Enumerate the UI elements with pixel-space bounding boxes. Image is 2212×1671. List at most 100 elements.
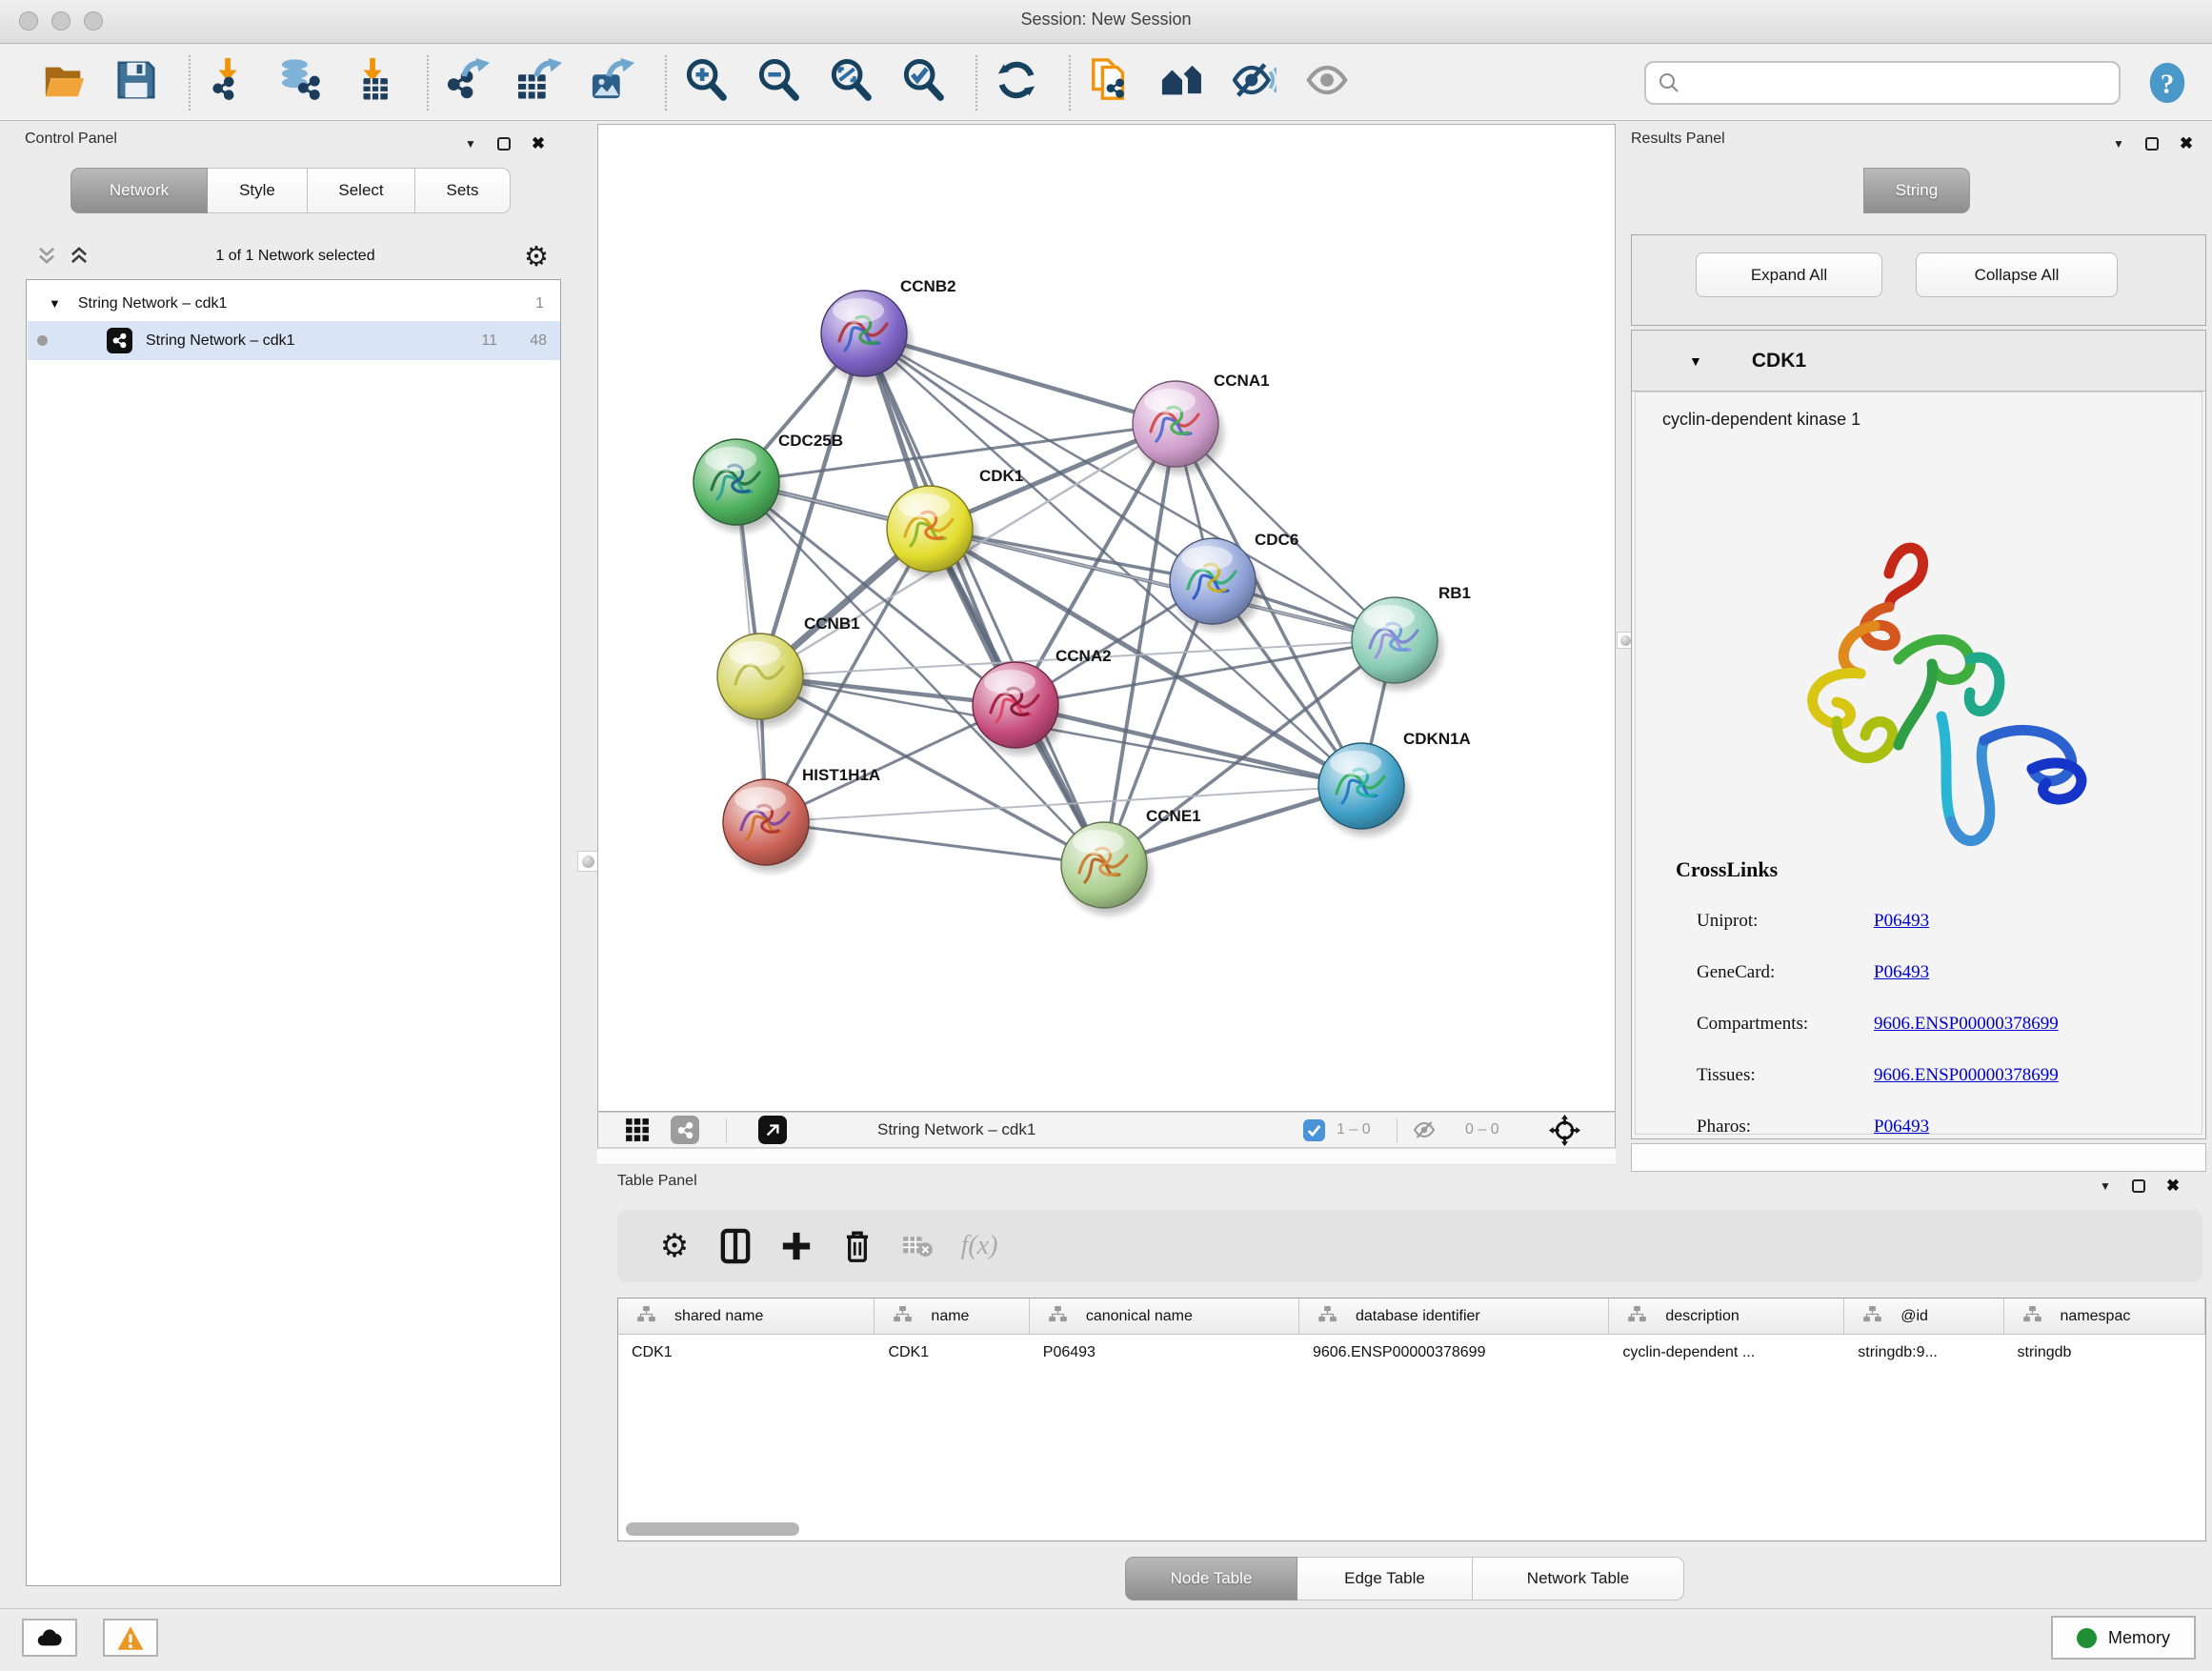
network-edge-CCNB2-CCNE1[interactable] <box>864 333 1104 865</box>
network-node-HIST1H1A[interactable]: HIST1H1A <box>723 766 880 872</box>
string-view-icon[interactable] <box>671 1113 699 1147</box>
column-label: name <box>931 1308 969 1325</box>
crosslink-link[interactable]: 9606.ENSP00000378699 <box>1874 1014 2059 1035</box>
export-image-button[interactable] <box>587 57 638 109</box>
tab-sets[interactable]: Sets <box>415 168 511 213</box>
crosslink-link[interactable]: P06493 <box>1874 1117 1929 1137</box>
export-network-button[interactable] <box>442 57 493 109</box>
search-input[interactable] <box>1644 61 2121 105</box>
zoom-fit-button[interactable] <box>825 57 876 109</box>
network-edge-HIST1H1A-CCNE1[interactable] <box>766 822 1104 865</box>
network-node-CCNB2[interactable]: CCNB2 <box>821 277 956 383</box>
first-neighbors-button[interactable] <box>1156 57 1208 109</box>
tab-style[interactable]: Style <box>208 168 308 213</box>
panel-menu-icon[interactable]: ▼ <box>465 138 476 150</box>
table-cell[interactable]: 9606.ENSP00000378699 <box>1299 1335 1609 1371</box>
clear-table-icon[interactable] <box>888 1224 949 1268</box>
import-network-database-button[interactable] <box>276 57 328 109</box>
tab-node-table[interactable]: Node Table <box>1125 1557 1297 1601</box>
protein-section-header[interactable]: ▼ CDK1 <box>1632 331 2205 392</box>
network-node-CCNA1[interactable]: CCNA1 <box>1133 372 1270 473</box>
collapse-all-button[interactable]: Collapse All <box>1916 252 2118 297</box>
panel-close-icon[interactable]: ✖ <box>2180 135 2193 151</box>
network-node-CDK1[interactable]: CDK1 <box>887 467 1023 578</box>
column-header-canonical-name[interactable]: canonical name <box>1030 1299 1299 1334</box>
tab-network[interactable]: Network <box>70 168 208 213</box>
collapse-all-networks-icon[interactable] <box>69 246 90 270</box>
tab-network-table[interactable]: Network Table <box>1473 1557 1684 1601</box>
network-node-CCNB1[interactable]: CCNB1 <box>717 614 860 726</box>
zoom-selected-button[interactable] <box>897 57 949 109</box>
function-builder-icon[interactable]: f(x) <box>949 1224 1010 1268</box>
results-panel-scroll-strip[interactable] <box>1631 1143 2206 1172</box>
column-header--id[interactable]: @id <box>1844 1299 2003 1334</box>
import-table-file-button[interactable] <box>349 57 400 109</box>
panel-float-icon[interactable] <box>497 137 511 151</box>
panel-menu-icon[interactable]: ▼ <box>2113 138 2124 150</box>
panel-close-icon[interactable]: ✖ <box>532 135 545 151</box>
network-node-CDC6[interactable]: CDC6 <box>1170 531 1298 631</box>
crosslink-link[interactable]: 9606.ENSP00000378699 <box>1874 1065 2059 1086</box>
open-session-button[interactable] <box>38 57 90 109</box>
tab-select[interactable]: Select <box>308 168 415 213</box>
crosslink-link[interactable]: P06493 <box>1874 911 1929 932</box>
add-column-icon[interactable] <box>766 1224 827 1268</box>
hide-selected-button[interactable] <box>1229 57 1280 109</box>
save-session-button[interactable] <box>111 57 162 109</box>
duplicate-network-button[interactable] <box>1084 57 1136 109</box>
table-cell[interactable]: cyclin-dependent ... <box>1609 1335 1844 1371</box>
panel-float-icon[interactable] <box>2145 137 2159 151</box>
table-cell[interactable]: CDK1 <box>875 1335 1029 1371</box>
selected-checkbox-icon[interactable] <box>1303 1113 1325 1147</box>
open-in-window-icon[interactable] <box>758 1113 787 1147</box>
collection-expand-icon[interactable]: ▼ <box>49 296 61 311</box>
network-edge-CCNB2-RB1[interactable] <box>864 333 1395 640</box>
status-bar: Memory <box>0 1608 2212 1671</box>
memory-button[interactable]: Memory <box>2051 1616 2196 1660</box>
network-collection-row[interactable]: ▼ String Network – cdk1 1 <box>28 286 559 321</box>
panel-float-icon[interactable] <box>2132 1179 2145 1193</box>
table-cell[interactable]: stringdb:9... <box>1844 1335 2003 1371</box>
column-header-shared-name[interactable]: shared name <box>618 1299 875 1334</box>
import-network-file-button[interactable] <box>204 57 255 109</box>
zoom-in-button[interactable] <box>680 57 732 109</box>
network-options-gear-icon[interactable]: ⚙ <box>524 240 549 273</box>
crosshair-icon[interactable] <box>1549 1113 1580 1147</box>
delete-column-trash-icon[interactable] <box>827 1224 888 1268</box>
network-canvas[interactable]: CCNB2CCNA1CDC25BCDK1CDC6RB1CCNB1CCNA2CDK… <box>597 124 1616 1112</box>
section-collapse-icon[interactable]: ▼ <box>1689 353 1702 369</box>
results-panel-tabs: String <box>1863 168 1970 213</box>
column-header-database-identifier[interactable]: database identifier <box>1299 1299 1609 1334</box>
column-header-description[interactable]: description <box>1609 1299 1844 1334</box>
show-columns-icon[interactable] <box>705 1224 766 1268</box>
warnings-button[interactable] <box>103 1619 158 1657</box>
expand-all-button[interactable]: Expand All <box>1696 252 1882 297</box>
tab-string[interactable]: String <box>1863 168 1970 213</box>
panel-close-icon[interactable]: ✖ <box>2166 1178 2180 1194</box>
network-row-selected[interactable]: String Network – cdk1 11 48 <box>28 321 560 360</box>
export-table-button[interactable] <box>514 57 566 109</box>
horizontal-scrollbar-thumb[interactable] <box>626 1522 799 1536</box>
apply-preferred-layout-button[interactable] <box>991 57 1042 109</box>
table-cell[interactable]: CDK1 <box>618 1335 875 1371</box>
grid-view-icon[interactable] <box>625 1113 650 1147</box>
left-splitter-grip[interactable] <box>577 851 598 872</box>
cloud-button[interactable] <box>22 1619 77 1657</box>
crosslink-link[interactable]: P06493 <box>1874 962 1929 983</box>
horizontal-splitter[interactable] <box>597 1148 1616 1165</box>
network-node-RB1[interactable]: RB1 <box>1352 584 1471 690</box>
hidden-eye-icon[interactable] <box>1411 1113 1438 1147</box>
results-expand-collapse-bar: Expand All Collapse All <box>1631 234 2206 326</box>
column-header-name[interactable]: name <box>875 1299 1029 1334</box>
table-cell[interactable]: stringdb <box>2004 1335 2205 1371</box>
tab-edge-table[interactable]: Edge Table <box>1297 1557 1473 1601</box>
table-row[interactable]: CDK1CDK1P064939606.ENSP00000378699cyclin… <box>618 1335 2205 1371</box>
table-cell[interactable]: P06493 <box>1030 1335 1299 1371</box>
show-all-button[interactable] <box>1301 57 1353 109</box>
table-settings-gear-icon[interactable]: ⚙ <box>644 1224 705 1268</box>
column-header-namespac[interactable]: namespac <box>2004 1299 2205 1334</box>
panel-menu-icon[interactable]: ▼ <box>2100 1180 2111 1192</box>
zoom-out-button[interactable] <box>753 57 804 109</box>
help-button[interactable]: ? <box>2145 61 2189 105</box>
expand-all-networks-icon[interactable] <box>36 246 57 270</box>
